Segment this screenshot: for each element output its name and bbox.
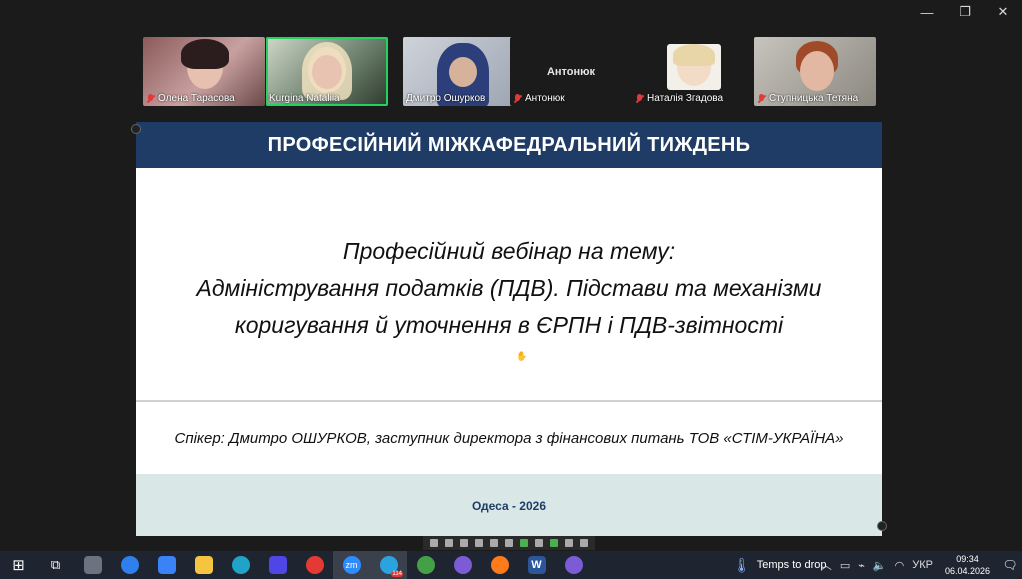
chevron-up-icon[interactable]: ︿ [817,557,836,573]
task-view-icon[interactable]: ⧉ [37,551,74,579]
app-tile [490,556,509,574]
slide-header: ПРОФЕСІЙНИЙ МІЖКАФЕДРАЛЬНИЙ ТИЖДЕНЬ [136,122,882,168]
weather-widget[interactable]: 🌡 Temps to drop [733,551,826,579]
participant-tile[interactable]: Олена Тарасова [143,37,265,106]
mic-muted-icon [146,93,155,104]
telegram-icon[interactable]: 114 [370,551,407,579]
firefox-icon[interactable] [481,551,518,579]
wifi-icon[interactable]: ◠ [891,559,909,572]
restore-button[interactable]: ❐ [946,0,984,24]
shared-screen-slide: ПРОФЕСІЙНИЙ МІЖКАФЕДРАЛЬНИЙ ТИЖДЕНЬ Проф… [136,122,882,536]
app-tile: W [527,556,546,574]
system-tray: ︿ ▭ ⌁ 🔈 ◠ УКР 09:34 06.04.2026 🗨 [817,551,1022,579]
participant-tile[interactable]: Ступницька Тетяна [754,37,876,106]
app-tile [83,556,102,574]
participant-face [449,57,477,87]
text-tool-icon[interactable] [460,539,469,547]
word-icon[interactable]: W [518,551,555,579]
mic-muted-icon [757,93,766,104]
stamp-tool-icon[interactable] [490,539,499,547]
edge-icon[interactable] [222,551,259,579]
slide-title-line: коригування й уточнення в ЄРПН і ПДВ-зві… [234,311,784,338]
file-explorer-icon[interactable] [185,551,222,579]
clock[interactable]: 09:34 06.04.2026 [937,553,998,577]
mic-muted-icon [635,93,644,104]
slide-footer: Одеса - 2026 [136,474,882,536]
app-tile [453,556,472,574]
viber-icon[interactable] [444,551,481,579]
undo-icon[interactable] [534,539,543,547]
app-tile [564,556,583,574]
app-tile [305,556,324,574]
fit-screen-icon[interactable] [579,539,588,547]
participant-name: Антонюк [513,93,565,104]
app-tile [268,556,287,574]
participant-hair [673,44,715,66]
participant-video [800,51,834,91]
browser-icon[interactable] [111,551,148,579]
clock-date: 06.04.2026 [944,566,990,576]
app-tile [416,556,435,574]
participant-hair [181,39,229,69]
mic-muted-icon [513,93,522,104]
calculator-icon[interactable] [74,551,111,579]
save-app-icon[interactable] [259,551,296,579]
participant-tile[interactable]: Антонюк Антонюк [510,37,632,106]
start-glyph: ⊞ [12,557,25,574]
participant-name: Наталія Згадова [635,93,723,104]
hand-cursor-icon: ✋ [516,351,528,361]
participant-tile-active-speaker[interactable]: Kurgina Nataliia [266,37,388,106]
windows-start-icon[interactable]: ⊞ [0,551,37,579]
close-button[interactable]: ✕ [984,0,1022,24]
app-tile: zm [342,556,361,574]
mail-icon[interactable] [148,551,185,579]
viber-icon-2[interactable] [555,551,592,579]
participant-face [312,55,342,89]
zoom-icon[interactable]: zm [333,551,370,579]
utorrent-icon[interactable] [407,551,444,579]
clock-time: 09:34 [956,554,979,564]
window-controls: — ❐ ✕ [908,0,1022,24]
select-tool-icon[interactable] [445,539,454,547]
battery-icon[interactable]: ▭ [836,559,854,572]
slide-speaker: Спікер: Дмитро ОШУРКОВ, заступник директ… [174,429,844,447]
mouse-tool-icon[interactable] [430,539,439,547]
opera-icon[interactable] [296,551,333,579]
annotation-toolbar [423,536,595,550]
participant-avatar [667,44,721,90]
slide-title-line: Адміністрування податків (ПДВ). Підстави… [196,274,822,301]
app-tile [194,556,213,574]
participant-name: Дмитро Ошурков [406,93,486,104]
eraser-tool-icon[interactable] [504,539,513,547]
draw-tool-icon[interactable] [475,539,484,547]
participant-center-label: Антонюк [546,66,596,78]
app-tile [120,556,139,574]
format-tool-icon[interactable] [519,539,528,547]
language-indicator[interactable]: УКР [908,559,937,571]
network-icon[interactable]: ⌁ [854,559,869,572]
participant-tile[interactable]: Наталія Згадова [632,37,754,106]
windows-taskbar: ⊞ ⧉ zm 114 W 🌡 Temps to drop ︿ ▭ ⌁ 🔈 ◠ У… [0,551,1022,579]
participant-name: Олена Тарасова [146,93,235,104]
thermometer-icon: 🌡 [733,556,751,573]
notification-badge: 114 [391,571,403,577]
app-tile [157,556,176,574]
save-annotation-icon[interactable] [549,539,558,547]
task-view-glyph: ⧉ [50,557,61,572]
minimize-button[interactable]: — [908,0,946,24]
notification-icon[interactable]: 🗨 [998,558,1022,572]
participant-tile[interactable]: Дмитро Ошурков [403,37,525,106]
app-tile [231,556,250,574]
slide-title-block: Професійний вебінар на тему: Адмініструв… [136,168,882,400]
resize-handle[interactable] [131,124,141,134]
zoom-meeting-screen: — ❐ ✕ Олена Тарасова Kurgina Nataliia Дм… [0,0,1022,579]
resize-handle[interactable] [877,521,887,531]
participant-name: Ступницька Тетяна [757,93,858,104]
zoom-out-icon[interactable] [564,539,573,547]
participant-name: Kurgina Nataliia [269,93,340,104]
slide-title-line: Професійний вебінар на тему: [342,237,676,264]
volume-icon[interactable]: 🔈 [869,559,891,572]
